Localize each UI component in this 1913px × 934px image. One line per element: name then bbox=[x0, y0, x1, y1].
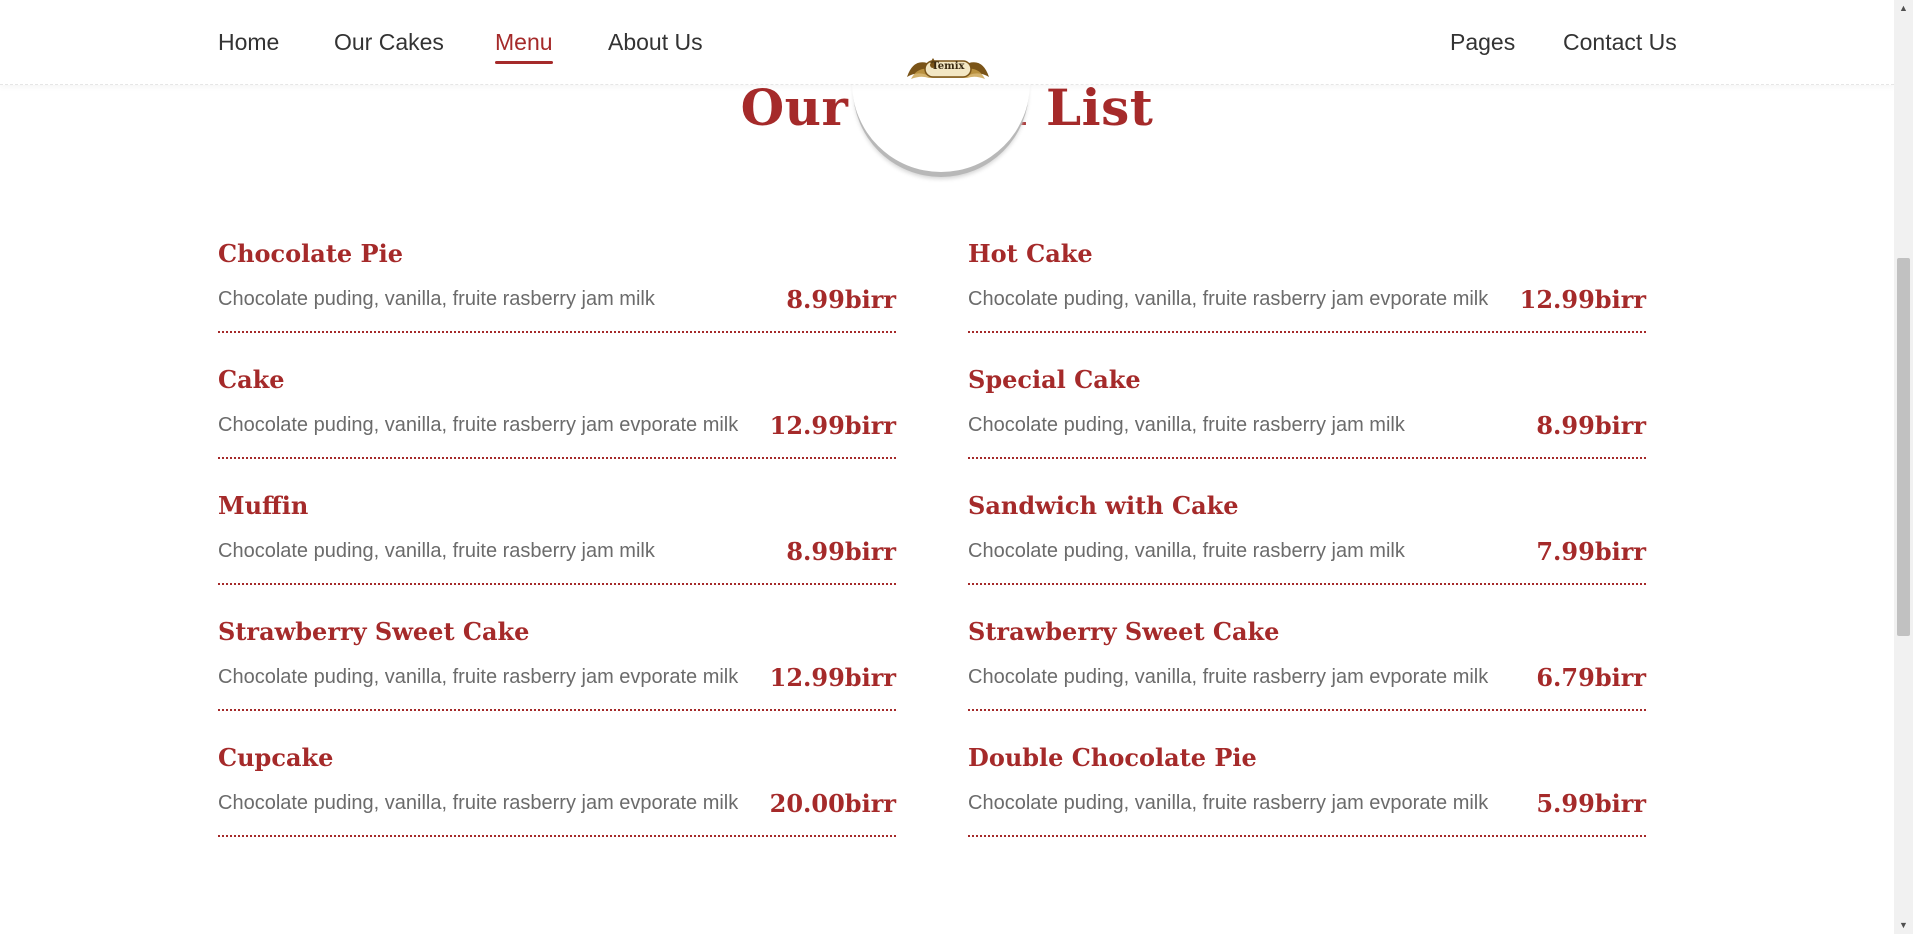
menu-item-price: 8.99birr bbox=[786, 537, 896, 566]
menu-item: Cake Chocolate puding, vanilla, fruite r… bbox=[218, 365, 896, 491]
menu-item-name: Strawberry Sweet Cake bbox=[218, 617, 530, 646]
menu-item: Strawberry Sweet Cake Chocolate puding, … bbox=[968, 617, 1646, 743]
menu-item-price: 5.99birr bbox=[1536, 789, 1646, 818]
menu-item-description: Chocolate puding, vanilla, fruite rasber… bbox=[218, 792, 739, 814]
menu-item-price: 8.99birr bbox=[1536, 411, 1646, 440]
menu-item: Hot Cake Chocolate puding, vanilla, frui… bbox=[968, 239, 1646, 365]
menu-item-name: Double Chocolate Pie bbox=[968, 743, 1257, 772]
menu-item-name: Hot Cake bbox=[968, 239, 1093, 268]
scroll-down-arrow-icon[interactable]: ▼ bbox=[1894, 917, 1913, 934]
menu-item: Muffin Chocolate puding, vanilla, fruite… bbox=[218, 491, 896, 617]
menu-item-price: 7.99birr bbox=[1536, 537, 1646, 566]
menu-item-description: Chocolate puding, vanilla, fruite rasber… bbox=[968, 666, 1489, 688]
menu-item-name: Sandwich with Cake bbox=[968, 491, 1239, 520]
nav-menu[interactable]: Menu bbox=[495, 29, 553, 64]
menu-item-price: 6.79birr bbox=[1536, 663, 1646, 692]
menu-item-divider bbox=[968, 457, 1646, 459]
menu-item-description: Chocolate puding, vanilla, fruite rasber… bbox=[968, 792, 1489, 814]
menu-item-divider bbox=[218, 835, 896, 837]
logo-text: Temix bbox=[931, 61, 965, 72]
menu-item-price: 12.99birr bbox=[769, 663, 896, 692]
menu-item-description: Chocolate puding, vanilla, fruite rasber… bbox=[968, 288, 1489, 310]
menu-item: Strawberry Sweet Cake Chocolate puding, … bbox=[218, 617, 896, 743]
menu-item-price: 20.00birr bbox=[769, 789, 896, 818]
menu-item-name: Special Cake bbox=[968, 365, 1141, 394]
menu-item-divider bbox=[968, 583, 1646, 585]
menu-item-price: 8.99birr bbox=[786, 285, 896, 314]
scroll-up-arrow-icon[interactable]: ▲ bbox=[1894, 0, 1913, 17]
page: Our Menu List Temix Home Our Cakes Menu … bbox=[0, 0, 1894, 934]
menu-item: Special Cake Chocolate puding, vanilla, … bbox=[968, 365, 1646, 491]
nav-contact-us[interactable]: Contact Us bbox=[1563, 29, 1677, 56]
menu-item: Chocolate Pie Chocolate puding, vanilla,… bbox=[218, 239, 896, 365]
menu-item-name: Cupcake bbox=[218, 743, 334, 772]
menu-item: Double Chocolate Pie Chocolate puding, v… bbox=[968, 743, 1646, 869]
menu-item-divider bbox=[968, 331, 1646, 333]
nav-pages[interactable]: Pages bbox=[1450, 29, 1515, 56]
menu-item: Cupcake Chocolate puding, vanilla, fruit… bbox=[218, 743, 896, 869]
menu-item-description: Chocolate puding, vanilla, fruite rasber… bbox=[218, 414, 739, 436]
nav-our-cakes[interactable]: Our Cakes bbox=[334, 29, 444, 56]
menu-item-divider bbox=[218, 457, 896, 459]
menu-item-price: 12.99birr bbox=[1519, 285, 1646, 314]
nav-about-us[interactable]: About Us bbox=[608, 29, 703, 56]
logo[interactable]: Temix bbox=[903, 53, 993, 89]
menu-item-divider bbox=[968, 835, 1646, 837]
menu-item-price: 12.99birr bbox=[769, 411, 896, 440]
menu-item-name: Strawberry Sweet Cake bbox=[968, 617, 1280, 646]
menu-item-name: Chocolate Pie bbox=[218, 239, 403, 268]
scrollbar-thumb[interactable] bbox=[1897, 258, 1910, 636]
vertical-scrollbar[interactable]: ▲ ▼ bbox=[1894, 0, 1913, 934]
nav-active-underline bbox=[495, 61, 553, 64]
menu-item-description: Chocolate puding, vanilla, fruite rasber… bbox=[218, 666, 739, 688]
menu-item-description: Chocolate puding, vanilla, fruite rasber… bbox=[968, 540, 1405, 562]
menu-item-divider bbox=[218, 709, 896, 711]
menu-item-name: Cake bbox=[218, 365, 285, 394]
menu-item-description: Chocolate puding, vanilla, fruite rasber… bbox=[218, 540, 655, 562]
menu-item-description: Chocolate puding, vanilla, fruite rasber… bbox=[218, 288, 655, 310]
menu-item-divider bbox=[218, 583, 896, 585]
menu-item: Sandwich with Cake Chocolate puding, van… bbox=[968, 491, 1646, 617]
menu-item-divider bbox=[218, 331, 896, 333]
menu-item-description: Chocolate puding, vanilla, fruite rasber… bbox=[968, 414, 1405, 436]
menu-item-name: Muffin bbox=[218, 491, 309, 520]
menu-item-divider bbox=[968, 709, 1646, 711]
nav-menu-label: Menu bbox=[495, 29, 553, 55]
nav-home[interactable]: Home bbox=[218, 29, 279, 56]
